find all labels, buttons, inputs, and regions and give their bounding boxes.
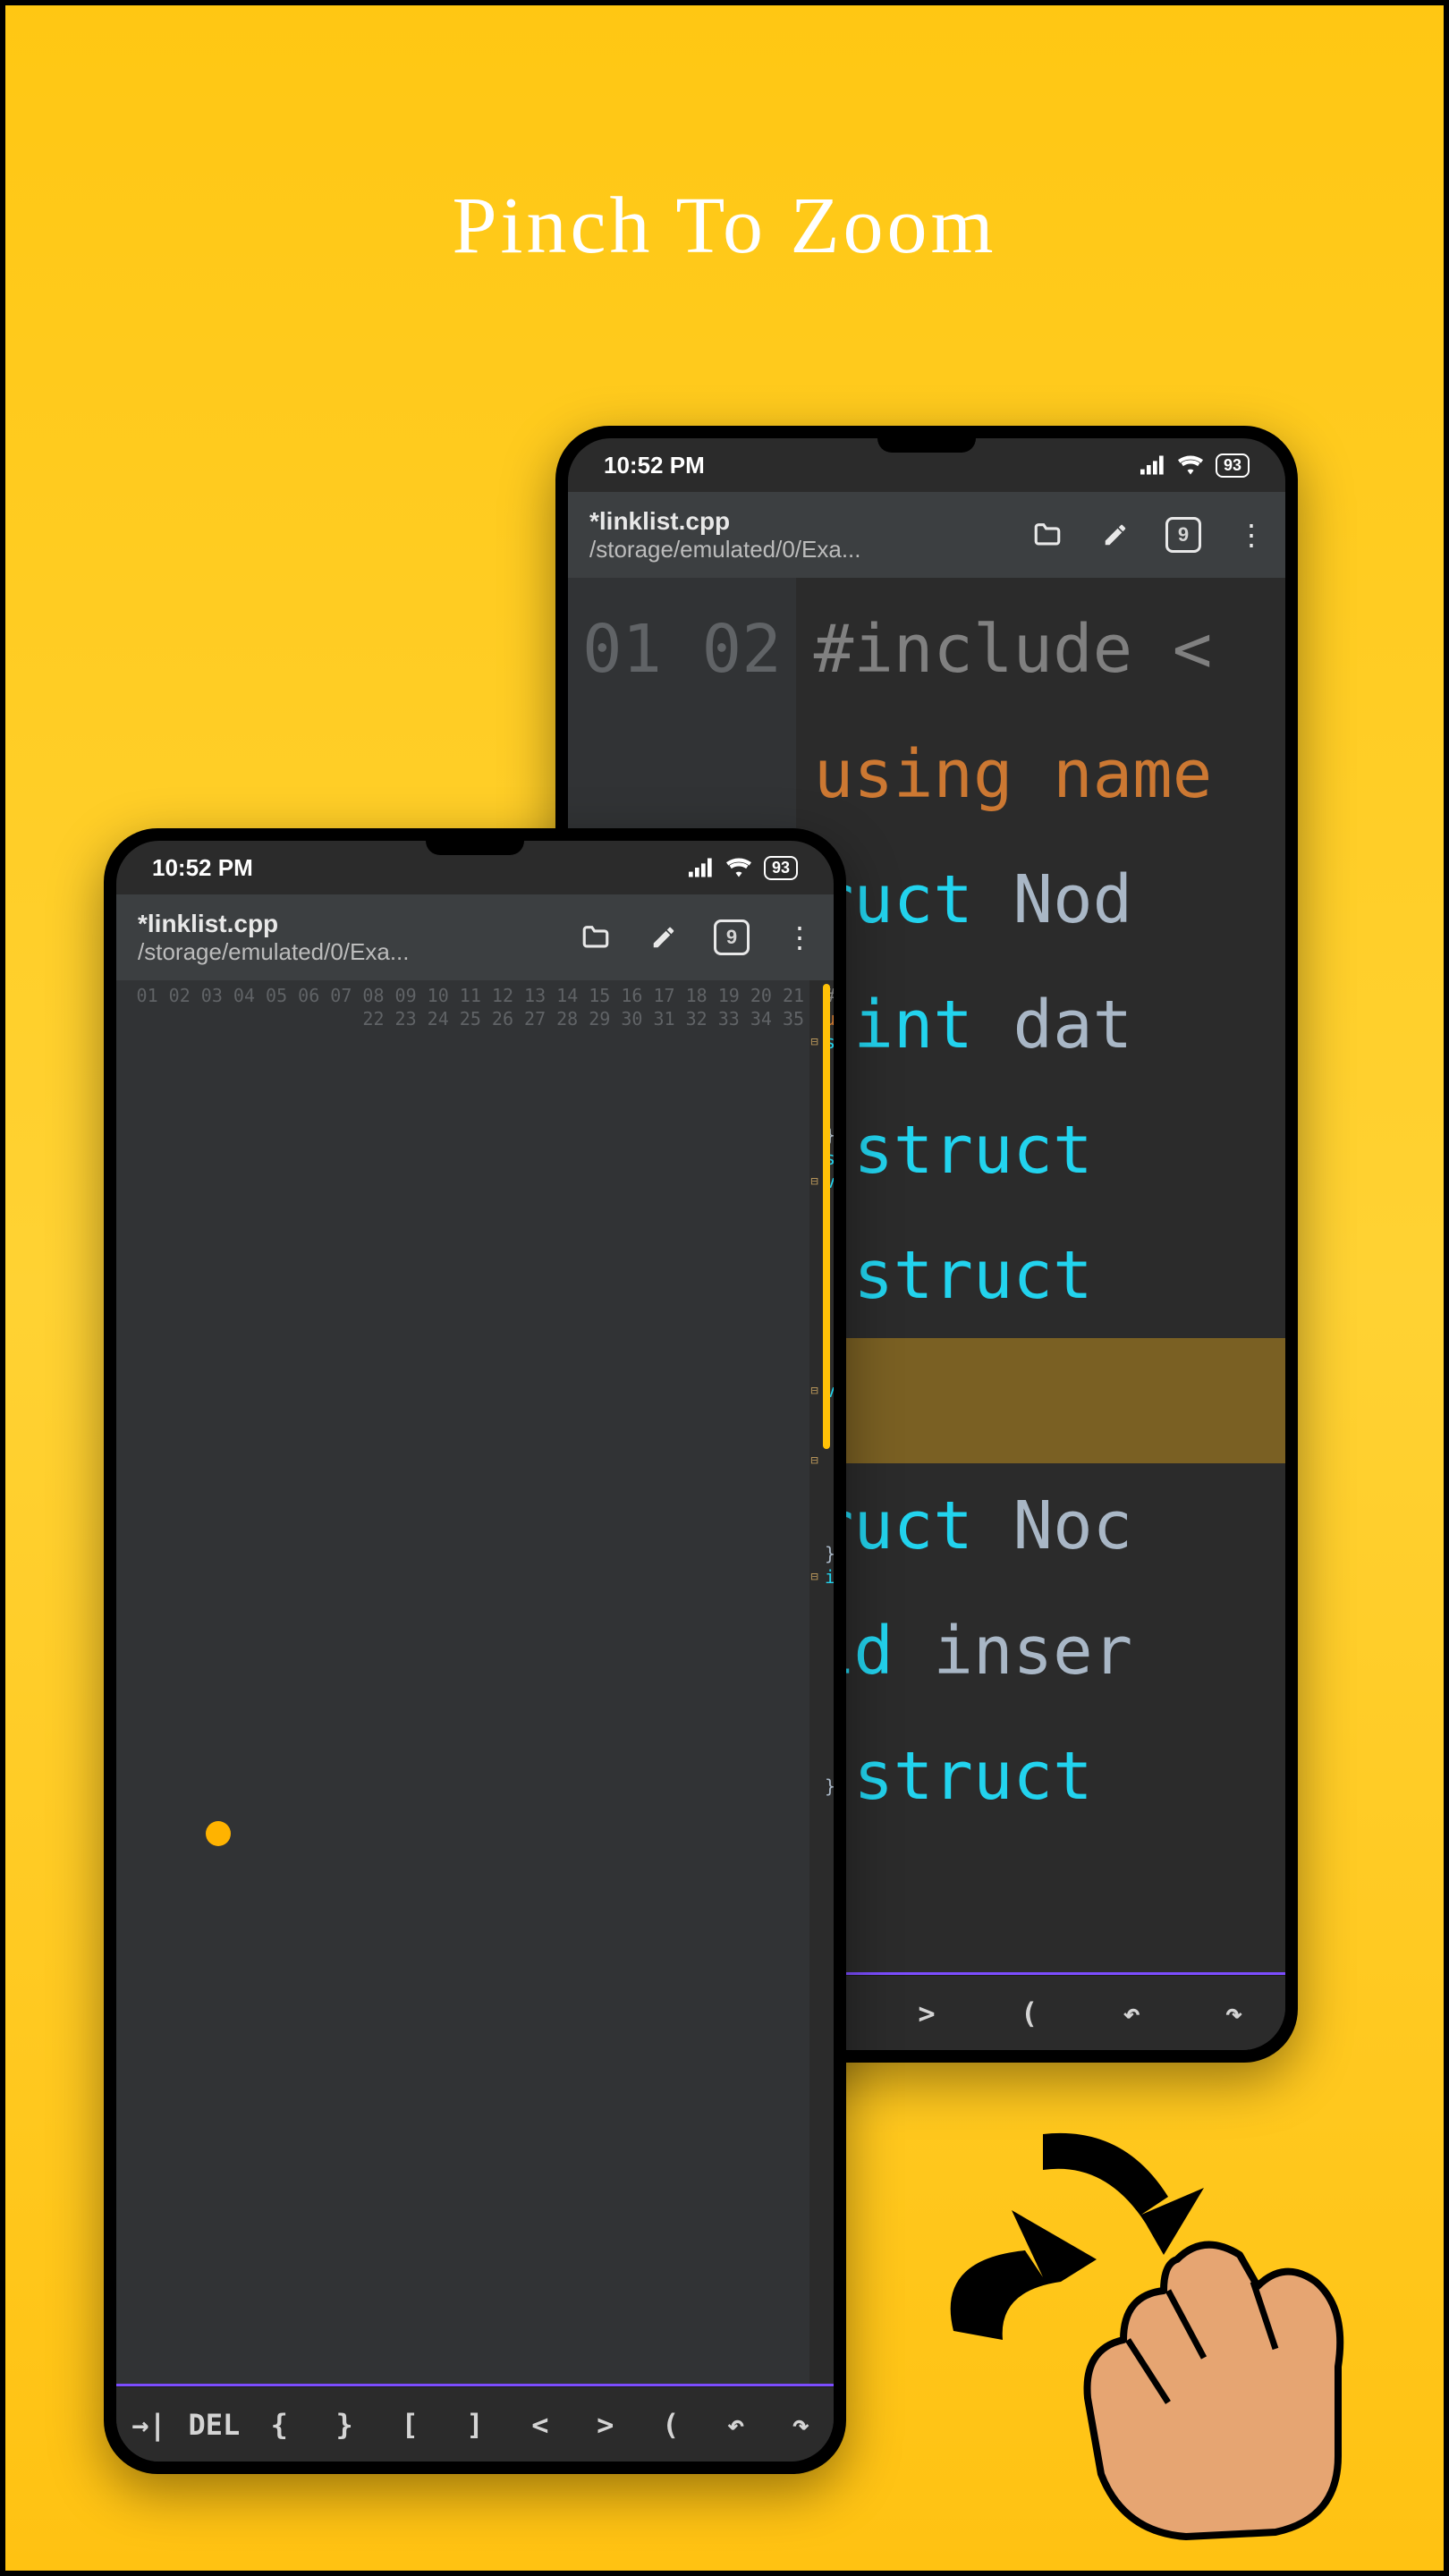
pinch-gesture-icon <box>900 2080 1365 2546</box>
key-sym[interactable]: > <box>572 2408 638 2442</box>
battery-icon: 93 <box>1216 453 1250 478</box>
key-sym[interactable]: ↷ <box>768 2408 834 2442</box>
folder-icon[interactable] <box>1030 517 1065 553</box>
wifi-icon <box>1178 455 1203 475</box>
key-sym[interactable]: < <box>507 2408 572 2442</box>
status-time: 10:52 PM <box>152 854 253 882</box>
wifi-icon <box>726 858 751 877</box>
folder-icon[interactable] <box>578 919 614 955</box>
cursor-handle[interactable] <box>206 1821 231 1846</box>
code-area[interactable]: #include <iostream> using namespace std;… <box>819 980 834 2384</box>
key-sym[interactable]: ↶ <box>1080 1996 1183 2030</box>
fold-column[interactable]: ⊟⊟⊟⊟⊟ <box>809 980 819 2384</box>
key-sym[interactable]: > <box>876 1996 979 2030</box>
edit-icon[interactable] <box>646 919 682 955</box>
key-DEL[interactable]: DEL <box>182 2408 247 2442</box>
signal-icon <box>689 858 714 877</box>
notch <box>877 438 976 453</box>
headline: Pinch To Zoom <box>5 180 1444 272</box>
edit-icon[interactable] <box>1097 517 1133 553</box>
key-sym[interactable]: ( <box>638 2408 703 2442</box>
key-sym[interactable]: } <box>312 2408 377 2442</box>
code-area[interactable]: #include < using name ruct Nod int dat s… <box>796 578 1285 1972</box>
key-symsym[interactable]: →| <box>116 2408 182 2442</box>
code-editor[interactable]: 01 02 03 04 05 06 07 08 09 10 11 12 13 1… <box>116 980 834 2384</box>
battery-icon: 93 <box>764 856 798 880</box>
key-sym[interactable]: ↶ <box>703 2408 768 2442</box>
key-sym[interactable]: ( <box>978 1996 1080 2030</box>
key-sym[interactable]: { <box>247 2408 312 2442</box>
signal-icon <box>1140 455 1165 475</box>
app-bar: *linklist.cpp /storage/emulated/0/Exa...… <box>568 492 1285 578</box>
line-gutter: 01 02 03 04 05 06 07 08 09 10 11 12 13 1… <box>116 980 809 2384</box>
notch <box>426 841 524 855</box>
status-time: 10:52 PM <box>604 452 705 479</box>
key-sym[interactable]: ↷ <box>1182 1996 1285 2030</box>
shortcut-keys-row: →|DEL{}[]<>(↶↷ <box>116 2386 834 2462</box>
file-name: *linklist.cpp <box>589 507 1012 536</box>
file-path: /storage/emulated/0/Exa... <box>138 938 560 966</box>
phone-normal: 10:52 PM 93 *linklist.cpp /storage/emula… <box>104 828 846 2474</box>
app-bar: *linklist.cpp /storage/emulated/0/Exa...… <box>116 894 834 980</box>
tab-count[interactable]: 9 <box>1165 517 1201 553</box>
overflow-icon[interactable]: ⋮ <box>1233 517 1269 553</box>
file-name: *linklist.cpp <box>138 910 560 938</box>
overflow-icon[interactable]: ⋮ <box>782 919 818 955</box>
key-sym[interactable]: [ <box>377 2408 443 2442</box>
tab-count[interactable]: 9 <box>714 919 750 955</box>
key-sym[interactable]: ] <box>443 2408 508 2442</box>
scroll-indicator[interactable] <box>823 984 830 1449</box>
file-path: /storage/emulated/0/Exa... <box>589 536 1012 564</box>
